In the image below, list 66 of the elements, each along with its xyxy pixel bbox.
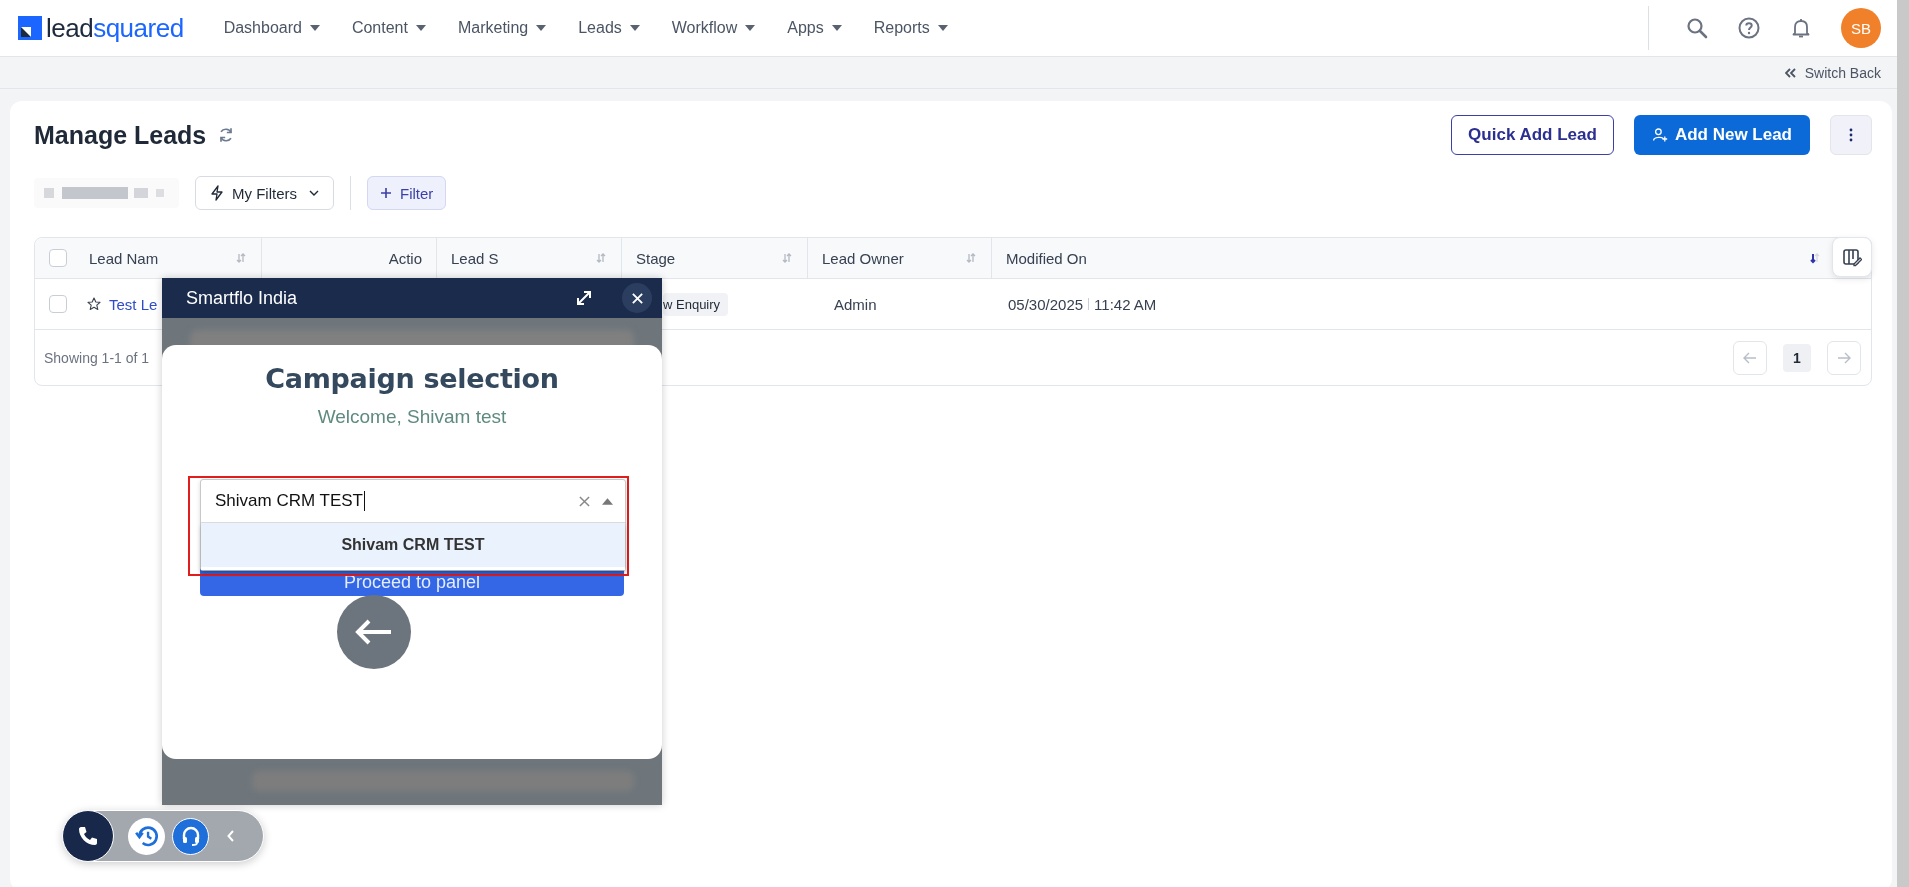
- nav-menu[interactable]: Workflow: [659, 13, 768, 43]
- logo-icon: [18, 16, 42, 40]
- headset-button[interactable]: [172, 817, 209, 855]
- nav-menu[interactable]: Apps: [775, 13, 854, 43]
- double-chevron-icon: [1784, 67, 1797, 78]
- column-header[interactable]: Actio: [388, 249, 422, 267]
- lead-name-link[interactable]: Test Le: [109, 295, 158, 313]
- clear-icon[interactable]: [579, 495, 590, 507]
- caret-icon: [536, 25, 547, 31]
- column-header[interactable]: Modified On: [1006, 249, 1087, 267]
- nav-menu[interactable]: Marketing: [445, 13, 559, 43]
- column-header[interactable]: Lead Nam: [89, 249, 159, 267]
- select-all-checkbox[interactable]: [49, 249, 67, 267]
- caret-icon: [745, 25, 756, 31]
- kebab-icon: [1849, 128, 1853, 142]
- caret-icon: [937, 25, 948, 31]
- search-icon[interactable]: [1685, 16, 1709, 40]
- help-icon[interactable]: [1737, 16, 1761, 40]
- record-count: Showing 1-1 of 1: [44, 349, 150, 366]
- column-header[interactable]: Lead Owner: [822, 249, 904, 267]
- left-arrow-icon: [1743, 351, 1757, 364]
- switch-back-link[interactable]: Switch Back: [1784, 62, 1881, 83]
- dialog-heading: Campaign selection: [264, 363, 560, 394]
- collapse-icon[interactable]: [227, 830, 235, 842]
- phone-icon: [76, 824, 100, 848]
- star-icon[interactable]: [87, 297, 101, 311]
- row-checkbox[interactable]: [49, 295, 67, 313]
- add-filter-button[interactable]: Filter: [367, 176, 447, 210]
- left-arrow-icon: [354, 617, 394, 647]
- window-title: Smartflo India: [186, 287, 298, 309]
- table-cell: 05/30/2025: [1008, 295, 1084, 313]
- caret-icon: [309, 25, 320, 31]
- nav-menu[interactable]: Dashboard: [211, 13, 332, 43]
- nav-menu[interactable]: Leads: [566, 13, 652, 43]
- caret-icon: [831, 25, 842, 31]
- stage-tag: w Enquiry: [663, 292, 729, 316]
- nav-menu[interactable]: Reports: [861, 13, 960, 43]
- logo[interactable]: leadsquared: [18, 12, 184, 44]
- table-cell: 11:42 AM: [1094, 295, 1157, 313]
- history-button[interactable]: [128, 817, 165, 855]
- close-button[interactable]: [622, 283, 652, 313]
- column-edit-icon: [1842, 247, 1862, 267]
- dropdown-option[interactable]: Shivam CRM TEST: [201, 523, 625, 567]
- quick-add-lead-button[interactable]: Quick Add Lead: [1451, 115, 1614, 155]
- nav-menu[interactable]: Content: [339, 13, 438, 43]
- my-filters-dropdown[interactable]: My Filters: [195, 176, 334, 210]
- table-cell: Admin: [834, 295, 877, 313]
- welcome-text: Welcome, Shivam test: [316, 406, 508, 428]
- add-new-lead-button[interactable]: Add New Lead: [1633, 115, 1810, 155]
- add-user-icon: [1651, 127, 1668, 143]
- column-settings-button[interactable]: [1832, 237, 1872, 277]
- expand-icon[interactable]: [574, 288, 594, 308]
- column-header[interactable]: Lead S: [451, 249, 499, 267]
- caret-icon[interactable]: [602, 497, 613, 505]
- caret-icon: [629, 25, 640, 31]
- column-header[interactable]: Stage: [636, 249, 676, 267]
- chevron-icon: [309, 190, 319, 196]
- sort-icon[interactable]: [1809, 252, 1821, 264]
- caret-icon: [415, 25, 426, 31]
- close-icon: [630, 291, 644, 305]
- lightning-icon: [210, 185, 224, 201]
- plus-icon: [380, 187, 392, 199]
- page-number[interactable]: 1: [1783, 343, 1811, 372]
- page-title: Manage Leads: [34, 120, 207, 150]
- right-arrow-icon: [1837, 351, 1851, 364]
- history-icon: [133, 823, 160, 849]
